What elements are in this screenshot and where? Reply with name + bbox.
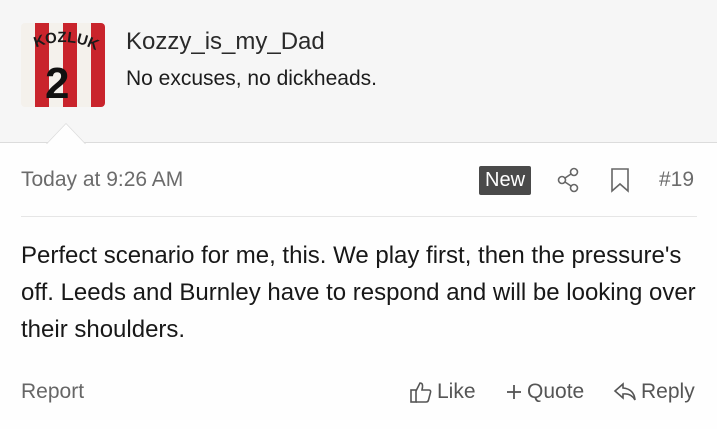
like-button[interactable]: Like xyxy=(409,380,476,404)
plus-icon xyxy=(507,385,521,399)
quote-label: Quote xyxy=(527,380,585,403)
divider xyxy=(21,216,697,217)
new-badge: New xyxy=(479,166,532,195)
post-timestamp[interactable]: Today at 9:26 AM xyxy=(21,168,183,192)
share-icon[interactable] xyxy=(556,167,580,198)
avatar[interactable]: KOZLUK 2 xyxy=(21,23,105,107)
avatar-shirt-graphic: KOZLUK 2 xyxy=(32,29,102,107)
speech-arrow xyxy=(46,123,86,144)
quote-button[interactable]: Quote xyxy=(505,380,584,404)
user-title: No excuses, no dickheads. xyxy=(126,67,377,90)
avatar-number: 2 xyxy=(45,59,69,107)
post-meta: Today at 9:26 AM New #19 xyxy=(0,162,717,200)
avatar-name-print: KOZLUK xyxy=(32,29,102,54)
like-label: Like xyxy=(437,380,476,403)
username[interactable]: Kozzy_is_my_Dad xyxy=(126,28,325,56)
user-header: KOZLUK 2 Kozzy_is_my_Dad No excuses, no … xyxy=(0,0,717,143)
thumbs-up-icon xyxy=(410,382,432,403)
post-action-bar: Report Like Quote Reply xyxy=(0,377,717,411)
bookmark-icon[interactable] xyxy=(610,167,630,198)
reply-button[interactable]: Reply xyxy=(613,380,695,404)
post-body: Perfect scenario for me, this. We play f… xyxy=(21,242,696,343)
reply-label: Reply xyxy=(641,380,695,403)
post-number-link[interactable]: #19 xyxy=(659,168,694,192)
reply-arrow-icon xyxy=(613,382,636,401)
report-button[interactable]: Report xyxy=(21,380,84,404)
